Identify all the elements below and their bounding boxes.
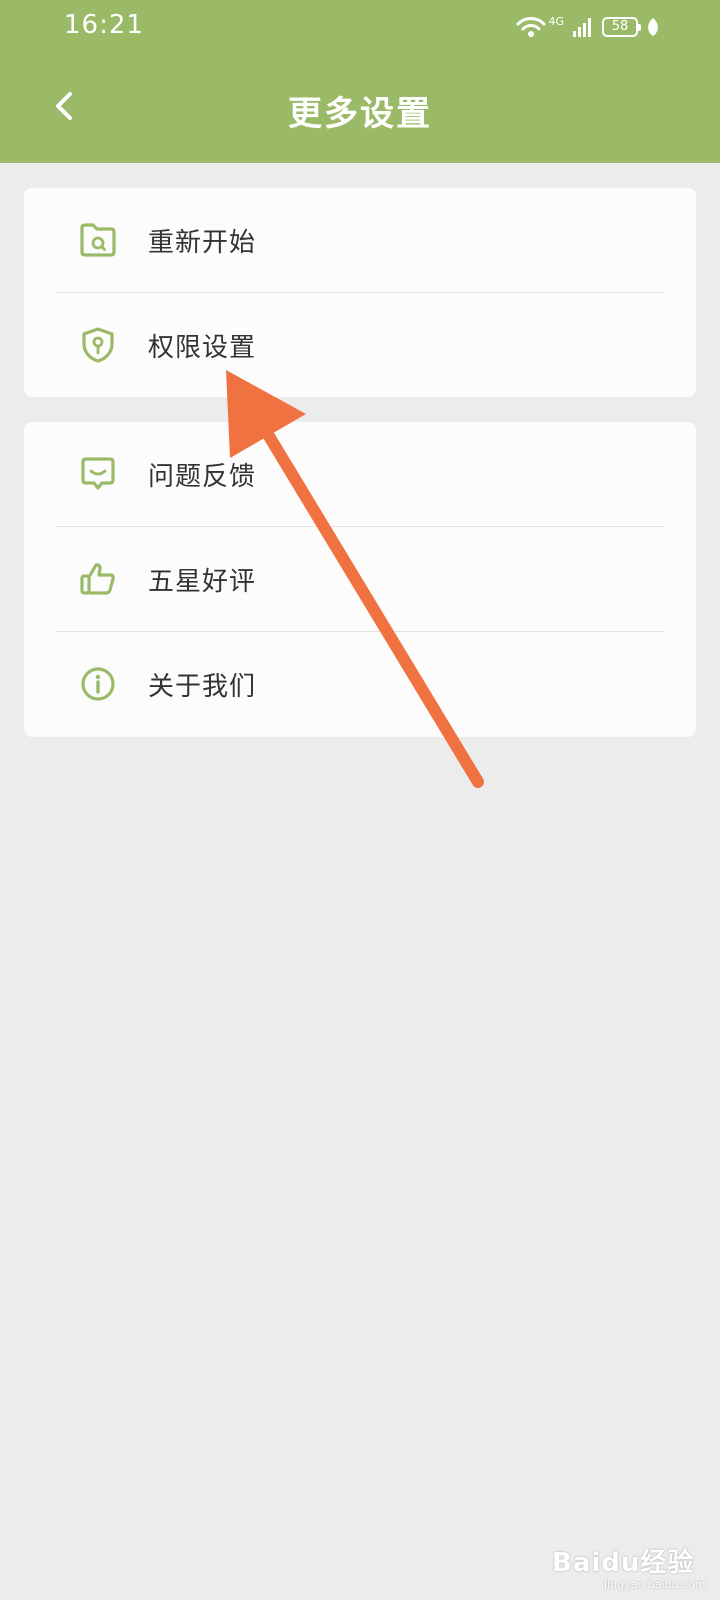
wifi-icon <box>516 17 546 37</box>
status-time: 16:21 <box>64 10 144 40</box>
battery-level: 58 <box>611 19 629 34</box>
app-header: 16:21 4G 58 更多设置 <box>0 0 720 163</box>
watermark-logo: Baidu经验 <box>552 1548 695 1578</box>
menu-item-permissions[interactable]: 权限设置 <box>24 293 696 397</box>
leaf-icon <box>648 18 658 36</box>
menu-item-label: 问题反馈 <box>148 461 257 492</box>
battery-icon: 58 <box>602 17 641 37</box>
menu-item-about[interactable]: 关于我们 <box>24 632 696 736</box>
menu-item-label: 五星好评 <box>148 566 257 597</box>
menu-item-restart[interactable]: 重新开始 <box>24 188 696 292</box>
menu-item-label: 关于我们 <box>148 671 257 702</box>
feedback-message-icon <box>78 454 118 494</box>
network-type: 4G <box>548 14 564 28</box>
info-icon <box>78 664 118 704</box>
shield-key-icon <box>78 325 118 365</box>
menu-item-feedback[interactable]: 问题反馈 <box>24 422 696 526</box>
signal-icon <box>573 18 591 37</box>
status-icons: 4G 58 <box>516 14 660 40</box>
menu-item-label: 重新开始 <box>148 227 257 258</box>
watermark-url: jingyan.baidu.com <box>604 1578 706 1591</box>
menu-item-label: 权限设置 <box>148 332 257 363</box>
settings-group-2: 问题反馈 五星好评 关于我们 <box>24 422 696 737</box>
settings-group-1: 重新开始 权限设置 <box>24 188 696 397</box>
page-title: 更多设置 <box>288 94 432 134</box>
menu-item-rating[interactable]: 五星好评 <box>24 527 696 631</box>
folder-refresh-icon <box>78 220 118 260</box>
thumbs-up-icon <box>78 559 118 599</box>
